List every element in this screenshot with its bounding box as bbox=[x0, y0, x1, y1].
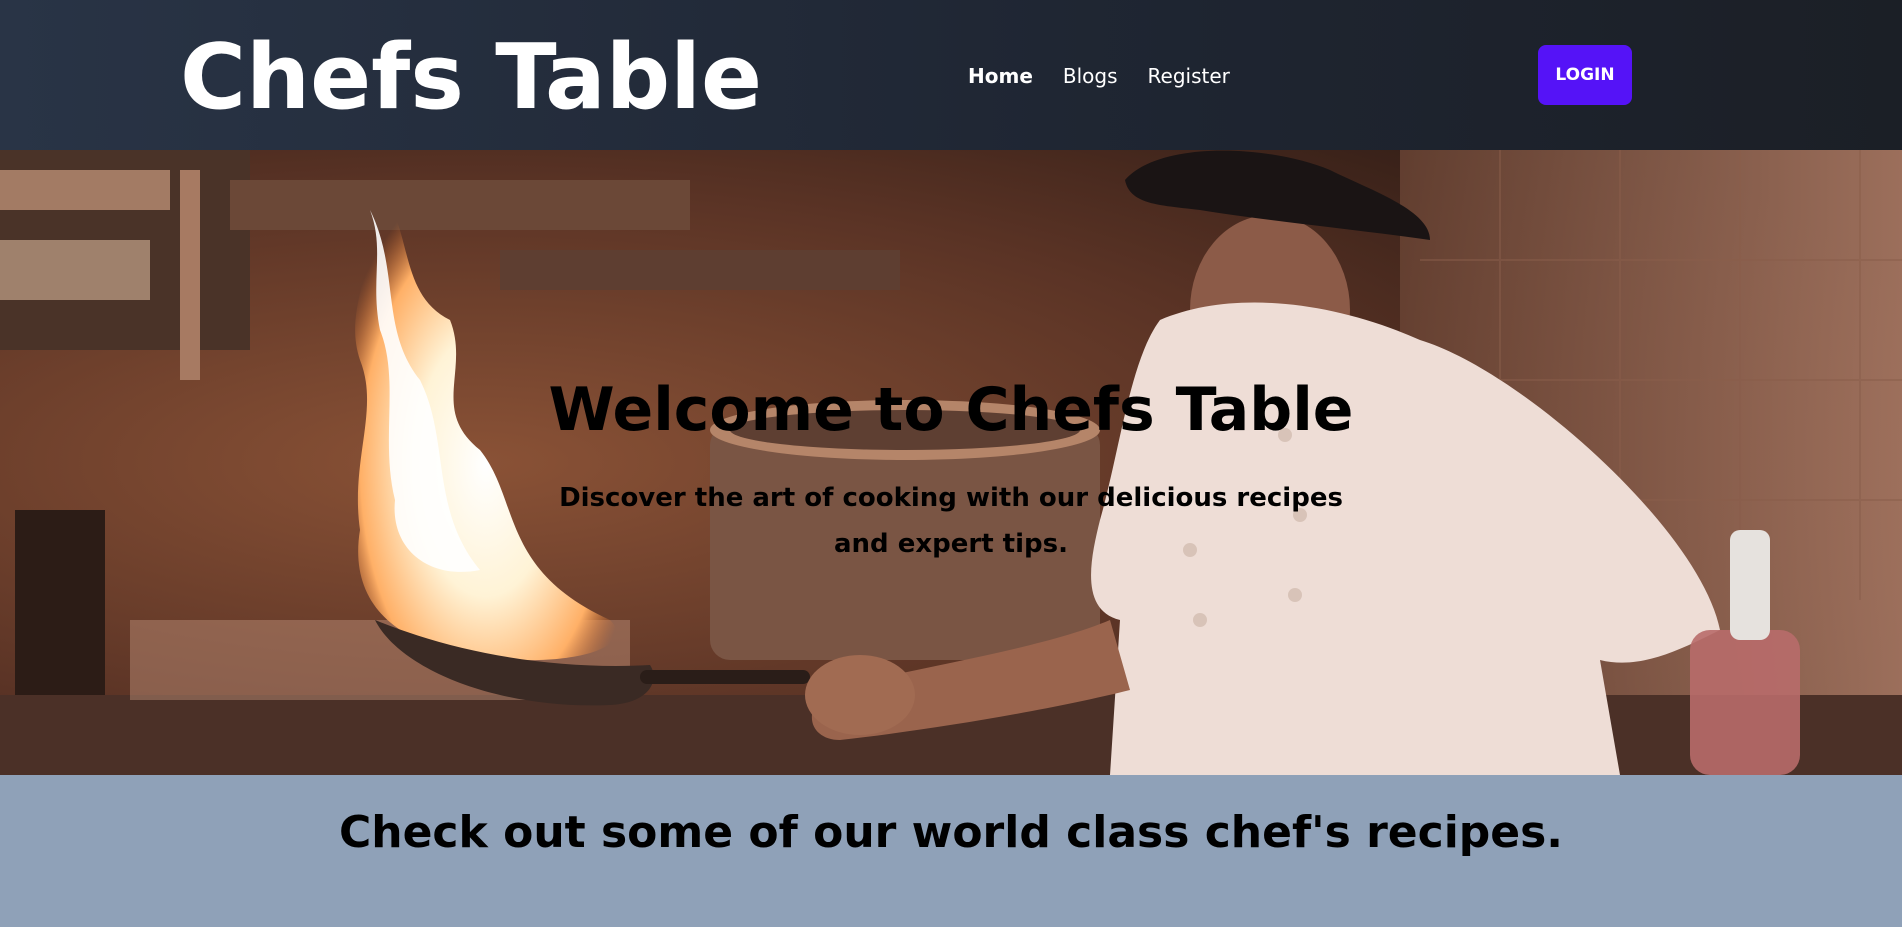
recipes-heading: Check out some of our world class chef's… bbox=[338, 807, 1564, 858]
site-brand[interactable]: Chefs Table bbox=[180, 28, 762, 128]
nav-register-link[interactable]: Register bbox=[1148, 62, 1230, 90]
hero-section: Welcome to Chefs Table Discover the art … bbox=[0, 150, 1902, 775]
site-header: Chefs Table Home Blogs Register LOGIN bbox=[0, 0, 1902, 150]
hero-overlay: Welcome to Chefs Table Discover the art … bbox=[0, 150, 1902, 775]
login-button[interactable]: LOGIN bbox=[1538, 45, 1632, 105]
main-nav: Home Blogs Register bbox=[968, 62, 1230, 90]
recipes-section: Check out some of our world class chef's… bbox=[0, 775, 1902, 927]
hero-title: Welcome to Chefs Table bbox=[548, 375, 1354, 445]
hero-subtitle: Discover the art of cooking with our del… bbox=[559, 483, 1343, 559]
nav-home-link[interactable]: Home bbox=[968, 62, 1033, 90]
nav-blogs-link[interactable]: Blogs bbox=[1063, 62, 1118, 90]
